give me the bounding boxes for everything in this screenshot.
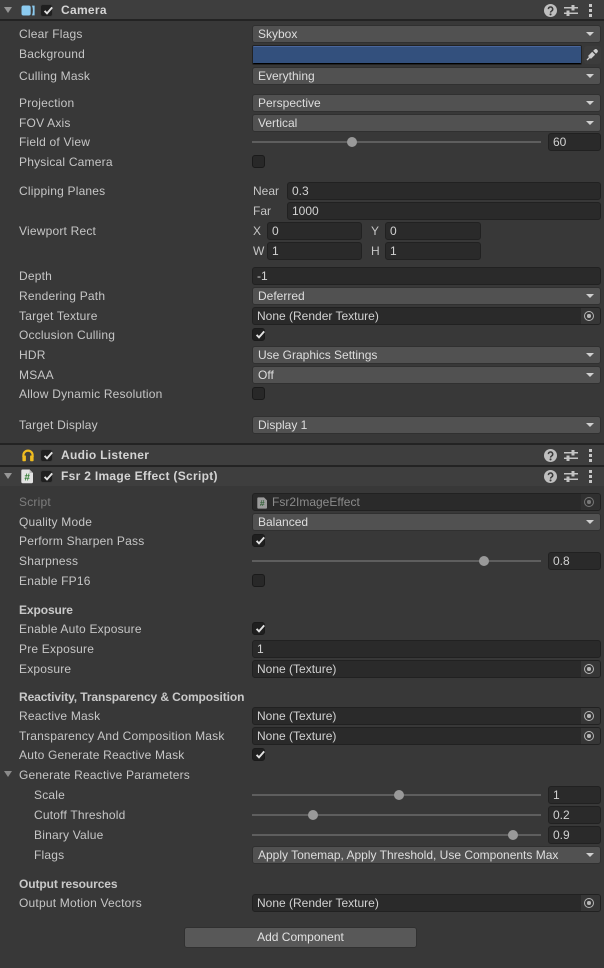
svg-text:#: # [24, 473, 30, 484]
svg-text:#: # [260, 498, 265, 508]
